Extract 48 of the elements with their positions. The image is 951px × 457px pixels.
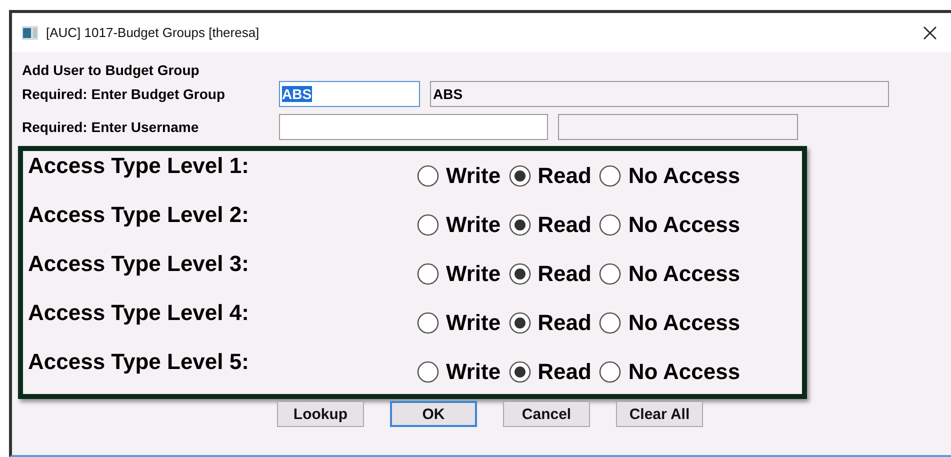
radio-label[interactable]: Write [446,163,501,189]
field-label: Required: Enter Username [21,118,200,134]
form-heading: Add User to Budget Group [21,61,200,78]
access-level-label: Access Type Level 1: [28,152,250,180]
radio-icon[interactable] [599,214,622,236]
window-title: [AUC] 1017-Budget Groups [theresa] [46,25,260,40]
radio-label[interactable]: No Access [628,212,740,238]
radio-selected-icon[interactable] [508,165,531,187]
radio-selected-icon[interactable] [508,361,531,383]
radio-label[interactable]: Write [446,359,501,385]
radio-icon[interactable] [599,263,622,285]
input-field[interactable]: ABS [279,81,420,107]
radio-label[interactable]: Write [446,261,501,287]
dialog-button[interactable]: OK [390,401,477,427]
radio-icon[interactable] [599,361,622,383]
access-level-label: Access Type Level 4: [28,299,250,327]
radio-icon[interactable] [417,361,439,383]
radio-icon[interactable] [417,214,439,236]
radio-icon[interactable] [417,312,439,334]
radio-icon[interactable] [417,165,439,187]
radio-label[interactable]: Write [446,212,501,238]
access-level-label: Access Type Level 3: [28,250,250,278]
radio-icon[interactable] [417,263,439,285]
radio-label[interactable]: Read [538,310,592,336]
description-field: ABS [430,81,889,107]
dialog-button[interactable]: Clear All [616,401,703,427]
radio-icon[interactable] [599,312,622,334]
radio-label[interactable]: No Access [628,261,740,287]
dialog-button[interactable]: Cancel [503,401,590,427]
close-icon[interactable] [923,26,937,40]
input-field[interactable] [279,114,548,140]
access-level-label: Access Type Level 5: [28,348,250,376]
radio-label[interactable]: No Access [628,359,740,385]
radio-label[interactable]: Read [538,261,592,287]
radio-label[interactable]: Read [538,359,592,385]
dialog-button[interactable]: Lookup [277,401,364,427]
radio-selected-icon[interactable] [508,214,531,236]
radio-selected-icon[interactable] [508,263,531,285]
radio-label[interactable]: No Access [628,310,740,336]
radio-label[interactable]: Write [446,310,501,336]
field-label: Required: Enter Budget Group [21,86,226,102]
radio-icon[interactable] [599,165,622,187]
access-level-label: Access Type Level 2: [28,201,250,229]
radio-label[interactable]: Read [538,212,592,238]
app-icon [22,26,38,40]
radio-selected-icon[interactable] [508,312,531,334]
radio-label[interactable]: No Access [628,163,740,189]
radio-label[interactable]: Read [538,163,592,189]
